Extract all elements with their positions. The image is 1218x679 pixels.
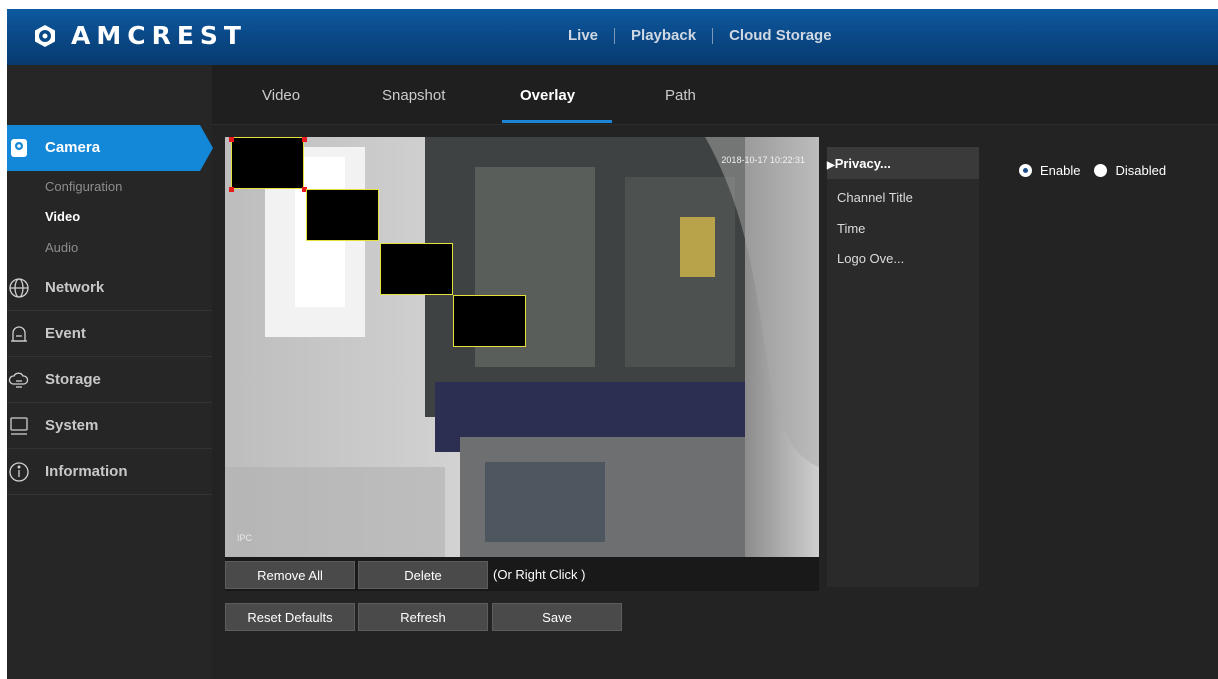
osd-channel-name: IPC: [237, 533, 253, 543]
tab-video[interactable]: Video: [262, 87, 300, 104]
refresh-button[interactable]: Refresh: [358, 603, 488, 631]
disabled-radio-label: Disabled: [1115, 163, 1167, 178]
save-button[interactable]: Save: [492, 603, 622, 631]
amcrest-logo-icon: [35, 24, 55, 47]
sidebar-subitem-video[interactable]: Video: [45, 209, 80, 224]
settings-tabs: Video Snapshot Overlay Path: [212, 65, 1218, 125]
resize-handle[interactable]: [229, 137, 234, 142]
brand-logo: AMCREST: [33, 21, 247, 50]
overlay-item-channel-title[interactable]: Channel Title: [837, 190, 913, 205]
nav-live[interactable]: Live: [552, 27, 614, 44]
reset-defaults-button[interactable]: Reset Defaults: [225, 603, 355, 631]
privacy-mask-2[interactable]: [306, 189, 379, 241]
tab-snapshot[interactable]: Snapshot: [382, 87, 445, 104]
sidebar-item-label: System: [45, 417, 99, 434]
nav-cloud-storage[interactable]: Cloud Storage: [713, 27, 848, 44]
cloud-storage-icon: [8, 372, 29, 388]
nav-playback[interactable]: Playback: [615, 27, 712, 44]
delete-button[interactable]: Delete: [358, 561, 488, 589]
alarm-icon: [11, 326, 27, 342]
disabled-radio[interactable]: [1094, 164, 1108, 177]
sidebar-item-label: Camera: [45, 139, 101, 156]
sidebar-item-label: Storage: [45, 371, 101, 388]
overlay-item-privacy-label: Privacy...: [834, 156, 891, 171]
resize-handle[interactable]: [229, 187, 234, 192]
tab-path[interactable]: Path: [665, 87, 696, 104]
privacy-mask-1[interactable]: [231, 137, 304, 189]
osd-timestamp: 2018-10-17 10:22:31: [721, 155, 805, 165]
brand-name: AMCREST: [71, 21, 247, 50]
info-icon: [9, 462, 29, 482]
privacy-mask-4[interactable]: [453, 295, 526, 347]
camera-icon: [11, 139, 27, 157]
right-click-hint: (Or Right Click ): [493, 567, 586, 582]
header-bar: AMCREST Live Playback Cloud Storage: [7, 9, 1218, 65]
active-tab-indicator: [502, 120, 612, 123]
sidebar: Camera Configuration Video Audio Network…: [7, 65, 213, 679]
caret-right-icon: ▶: [827, 160, 835, 171]
sidebar-item-system[interactable]: System: [7, 403, 212, 449]
enable-radio[interactable]: [1019, 164, 1032, 177]
sidebar-item-event[interactable]: Event: [7, 311, 212, 357]
privacy-mask-3[interactable]: [380, 243, 453, 295]
overlay-item-privacy[interactable]: ▶Privacy...: [827, 156, 891, 171]
tab-overlay[interactable]: Overlay: [520, 87, 575, 104]
remove-all-button[interactable]: Remove All: [225, 561, 355, 589]
app-window: AMCREST Live Playback Cloud Storage Vide…: [7, 9, 1218, 679]
sidebar-subitem-configuration[interactable]: Configuration: [45, 179, 122, 194]
sidebar-item-label: Event: [45, 325, 86, 342]
sidebar-item-information[interactable]: Information: [7, 449, 212, 495]
overlay-item-time[interactable]: Time: [837, 221, 865, 236]
monitor-icon: [10, 417, 28, 435]
overlay-item-logo[interactable]: Logo Ove...: [837, 251, 904, 266]
privacy-enable-options: Enable Disabled: [1019, 163, 1166, 178]
video-preview[interactable]: 2018-10-17 10:22:31 IPC: [225, 137, 819, 557]
resize-handle[interactable]: [302, 137, 307, 142]
top-navigation: Live Playback Cloud Storage: [552, 27, 848, 44]
sidebar-item-label: Network: [45, 279, 105, 296]
sidebar-item-storage[interactable]: Storage: [7, 357, 212, 403]
sidebar-item-label: Information: [45, 463, 128, 480]
sidebar-item-network[interactable]: Network: [7, 265, 212, 311]
sidebar-item-camera[interactable]: Camera: [7, 125, 212, 171]
network-globe-icon: [9, 278, 29, 298]
overlay-type-list: ▶Privacy... Channel Title Time Logo Ove.…: [827, 147, 979, 587]
enable-radio-label: Enable: [1040, 163, 1081, 178]
sidebar-subitem-audio[interactable]: Audio: [45, 240, 78, 255]
